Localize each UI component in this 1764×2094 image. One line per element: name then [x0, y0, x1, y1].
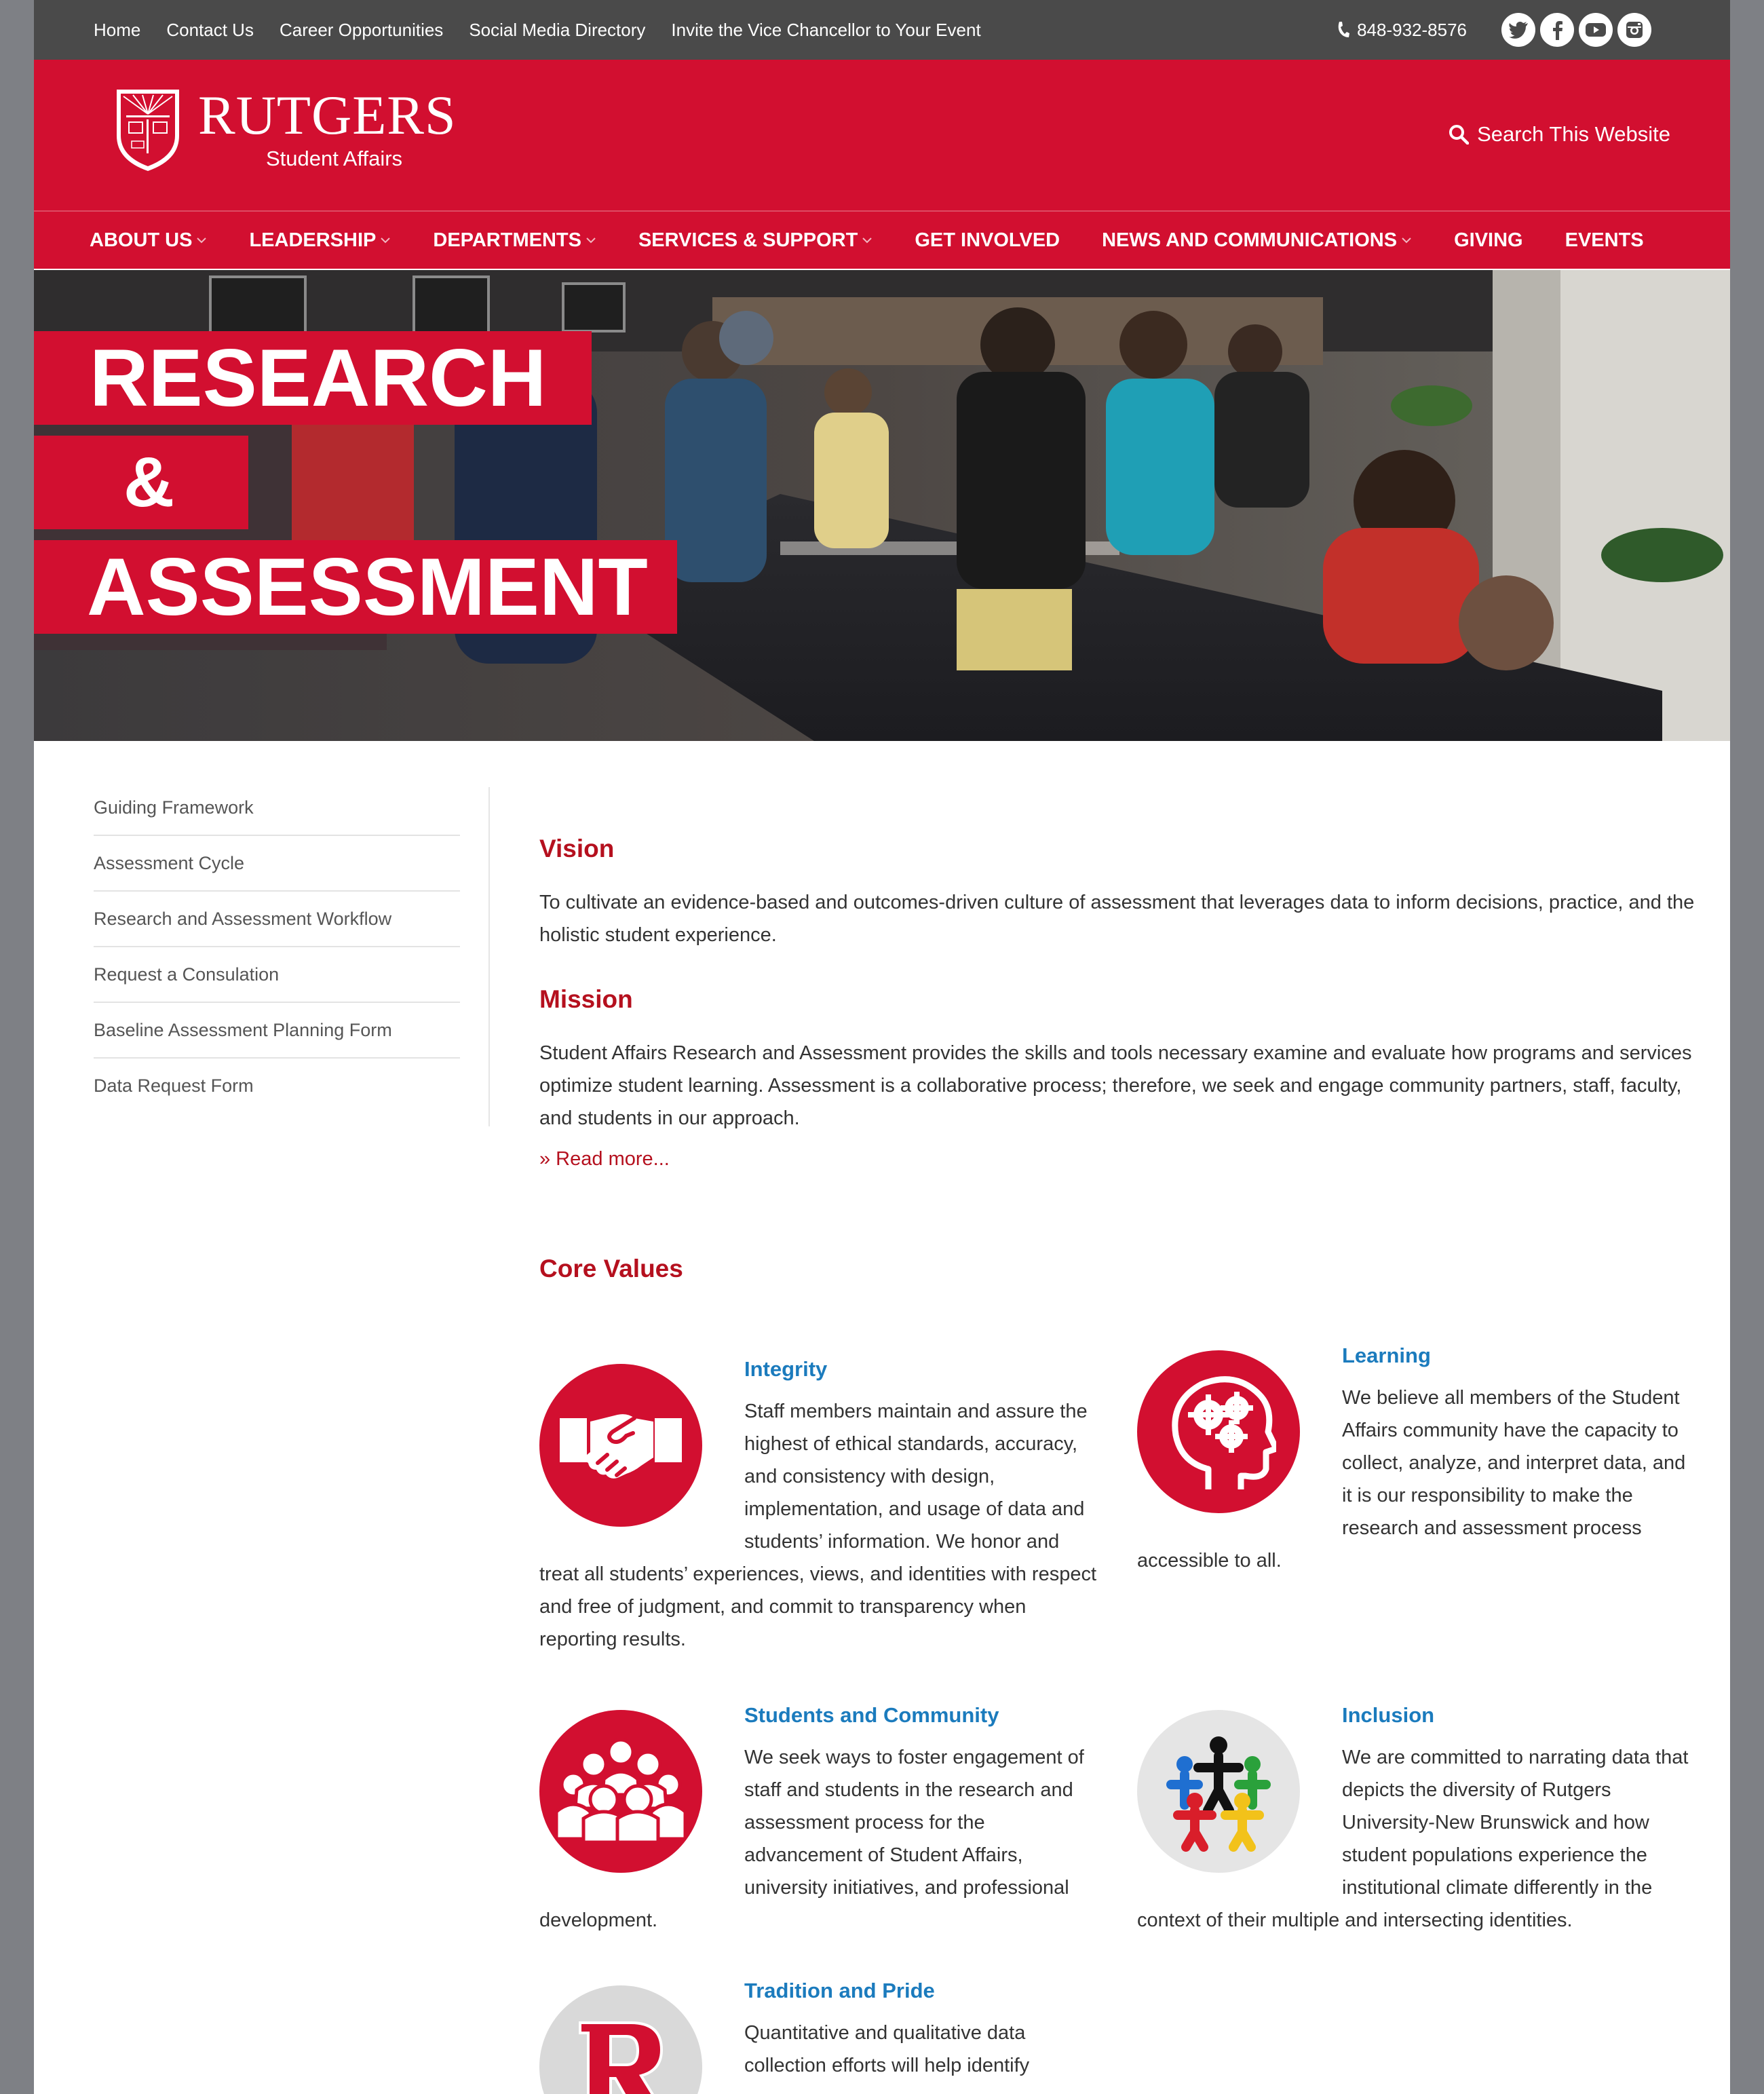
- hero-title-line-1: RESEARCH: [34, 331, 592, 425]
- instagram-icon[interactable]: [1617, 13, 1651, 47]
- mission-text: Student Affairs Research and Assessment …: [539, 1042, 1692, 1129]
- chevron-down-icon: [862, 237, 873, 244]
- chevron-down-icon: [1402, 237, 1411, 244]
- nav-item-label: ABOUT US: [90, 229, 193, 251]
- people-group-icon: [539, 1710, 702, 1873]
- nav-item-label: GIVING: [1454, 229, 1523, 251]
- value-tradition-pride: Tradition and Pride Quantitative and qua…: [539, 1979, 1102, 2094]
- nav-item-label: NEWS AND COMMUNICATIONS: [1102, 229, 1398, 251]
- utility-link-invite[interactable]: Invite the Vice Chancellor to Your Event: [671, 20, 980, 41]
- brand-header: RUTGERS Student Affairs Search This Webs…: [34, 60, 1730, 210]
- chevron-down-icon: [381, 237, 391, 244]
- utility-link-home[interactable]: Home: [94, 20, 140, 41]
- nav-item-label: LEADERSHIP: [249, 229, 377, 251]
- sidebar-item-consultation[interactable]: Request a Consulation: [94, 947, 460, 1003]
- mission-heading: Mission: [539, 985, 633, 1013]
- value-integrity: Integrity Staff members maintain and ass…: [539, 1357, 1102, 1656]
- handshake-icon: [539, 1364, 702, 1527]
- social-icons: [1497, 13, 1651, 47]
- diverse-people-icon: [1137, 1710, 1300, 1873]
- sidebar-item-assessment-cycle[interactable]: Assessment Cycle: [94, 836, 460, 892]
- nav-item-news-and-communications[interactable]: NEWS AND COMMUNICATIONS: [1102, 229, 1412, 252]
- wordmark: RUTGERS Student Affairs: [198, 87, 457, 171]
- nav-item-leadership[interactable]: LEADERSHIP: [249, 229, 391, 252]
- core-values-heading: Core Values: [539, 1255, 683, 1282]
- vision-heading: Vision: [539, 835, 615, 862]
- search-website-link[interactable]: Search This Website: [1449, 122, 1670, 147]
- search-icon: [1449, 125, 1470, 145]
- read-more-link[interactable]: » Read more...: [539, 1148, 670, 1170]
- phone[interactable]: 848-932-8576: [1337, 20, 1467, 41]
- nav-item-label: GET INVOLVED: [915, 229, 1060, 251]
- nav-item-giving[interactable]: GIVING: [1454, 229, 1523, 252]
- phone-icon: [1338, 22, 1350, 37]
- hero-title-line-2: &: [34, 436, 248, 529]
- nav-item-departments[interactable]: DEPARTMENTS: [433, 229, 596, 252]
- nav-item-events[interactable]: EVENTS: [1565, 229, 1644, 252]
- value-inclusion: Inclusion We are committed to narrating …: [1137, 1703, 1700, 1937]
- nav-item-get-involved[interactable]: GET INVOLVED: [915, 229, 1060, 252]
- value-students-community: Students and Community We seek ways to f…: [539, 1703, 1102, 1937]
- sidebar-item-workflow[interactable]: Research and Assessment Workflow: [94, 892, 460, 947]
- sidebar-item-guiding-framework[interactable]: Guiding Framework: [94, 780, 460, 836]
- brand-name: RUTGERS: [198, 84, 457, 146]
- nav-item-label: SERVICES & SUPPORT: [638, 229, 858, 251]
- sidebar-nav: Guiding Framework Assessment Cycle Resea…: [94, 780, 460, 1113]
- utility-right: 848-932-8576: [1337, 0, 1651, 60]
- sidebar-item-planning-form[interactable]: Baseline Assessment Planning Form: [94, 1003, 460, 1059]
- utility-link-social-directory[interactable]: Social Media Directory: [469, 20, 645, 41]
- head-gears-icon: [1137, 1350, 1300, 1513]
- main-nav: ABOUT US LEADERSHIP DEPARTMENTS SERVICES & …: [34, 210, 1730, 271]
- search-label: Search This Website: [1477, 122, 1670, 146]
- rutgers-logo[interactable]: RUTGERS Student Affairs: [114, 87, 457, 172]
- rutgers-shield-icon: [117, 90, 179, 171]
- main-content: Vision To cultivate an evidence-based an…: [539, 835, 1713, 1283]
- chevron-down-icon: [197, 237, 207, 244]
- nav-item-label: DEPARTMENTS: [433, 229, 581, 251]
- hero-banner: RESEARCH & ASSESSMENT: [34, 270, 1730, 741]
- vision-text: To cultivate an evidence-based and outco…: [539, 892, 1695, 946]
- nav-item-about-us[interactable]: ABOUT US: [90, 229, 207, 252]
- nav-item-services-support[interactable]: SERVICES & SUPPORT: [638, 229, 873, 252]
- sidebar-item-data-request[interactable]: Data Request Form: [94, 1059, 460, 1113]
- sidebar-divider: [488, 787, 490, 1126]
- twitter-icon[interactable]: [1501, 13, 1535, 47]
- hero-title-line-3: ASSESSMENT: [34, 540, 677, 634]
- value-learning: Learning We believe all members of the S…: [1137, 1344, 1700, 1577]
- utility-link-contact[interactable]: Contact Us: [166, 20, 254, 41]
- chevron-down-icon: [586, 237, 596, 244]
- utility-links: Home Contact Us Career Opportunities Soc…: [94, 0, 1007, 60]
- page: Home Contact Us Career Opportunities Soc…: [34, 0, 1730, 2094]
- facebook-icon[interactable]: [1540, 13, 1574, 47]
- utility-bar: Home Contact Us Career Opportunities Soc…: [34, 0, 1730, 60]
- nav-item-label: EVENTS: [1565, 229, 1644, 251]
- utility-link-careers[interactable]: Career Opportunities: [280, 20, 443, 41]
- youtube-icon[interactable]: [1579, 13, 1613, 47]
- brand-subtitle: Student Affairs: [266, 147, 403, 170]
- phone-number: 848-932-8576: [1357, 19, 1467, 40]
